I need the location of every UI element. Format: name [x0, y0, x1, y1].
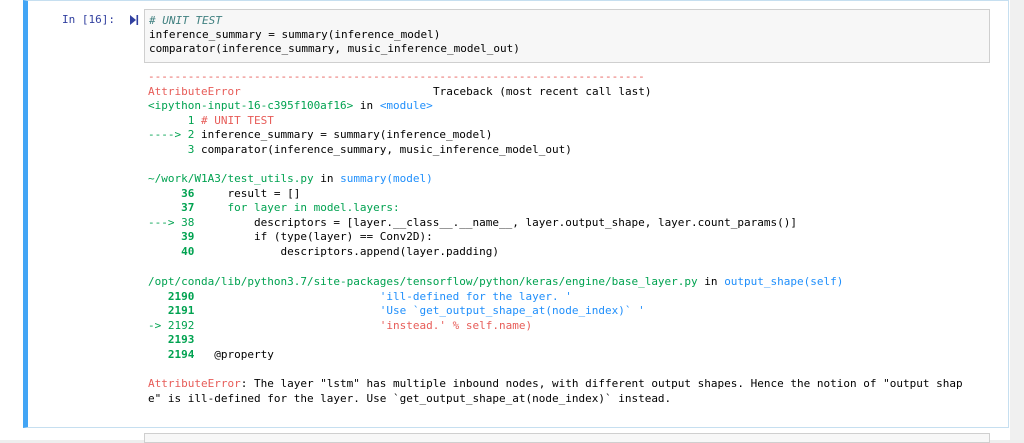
line-number: 39 — [148, 230, 201, 243]
traceback-header-line: AttributeError Traceback (most recent cal… — [148, 85, 652, 99]
line-text: 'Use `get_output_shape_at(node_index)` ' — [200, 304, 645, 317]
traceback-rule: ----------------------------------------… — [148, 70, 645, 83]
code-line-1: # UNIT TEST — [149, 14, 222, 27]
final-error-name: AttributeError — [148, 377, 241, 390]
frame2-in: in — [313, 172, 341, 185]
line-text: if (type(layer) == Conv2D): — [200, 230, 433, 243]
line-text: # UNIT TEST — [200, 114, 274, 127]
frame3-line5: 2194 @property — [148, 348, 274, 362]
frame1-line1: 1 # UNIT TEST — [148, 114, 274, 128]
frame2-line2: 37 for layer in model.layers: — [148, 201, 400, 215]
frame3-func: output_shape(self) — [724, 275, 844, 288]
scrollbar[interactable] — [1010, 0, 1024, 440]
line-text: for layer in model.layers: — [200, 201, 400, 214]
frame3-file: /opt/conda/lib/python3.7/site-packages/t… — [148, 275, 698, 288]
frame3-in: in — [697, 275, 725, 288]
final-error-line2: e" is ill-defined for the layer. Use `ge… — [148, 392, 672, 405]
frame3-line1: 2190 'ill-defined for the layer. ' — [148, 290, 572, 304]
frame1-location: <ipython-input-16-c395f100af16> in <modu… — [148, 99, 433, 113]
line-text: 'instead.' % self.name) — [200, 319, 533, 332]
frame2-line3: ---> 38 descriptors = [layer.__class__._… — [148, 216, 797, 230]
next-cell-editor[interactable] — [144, 433, 990, 443]
line-text: result = [] — [200, 187, 301, 200]
frame3-location: /opt/conda/lib/python3.7/site-packages/t… — [148, 275, 843, 289]
line-text: inference_summary = summary(inference_mo… — [200, 128, 493, 141]
cell-prompt: In [16]: — [62, 13, 115, 26]
line-text: comparator(inference_summary, music_infe… — [200, 143, 572, 156]
frame1-line3: 3 comparator(inference_summary, music_in… — [148, 143, 572, 157]
frame3-line2: 2191 'Use `get_output_shape_at(node_inde… — [148, 304, 645, 318]
line-number: 2191 — [148, 304, 201, 317]
line-text: descriptors = [layer.__class__.__name__,… — [200, 216, 798, 229]
line-number: 2194 — [148, 348, 201, 361]
frame2-func: summary(model) — [340, 172, 433, 185]
line-number: 2193 — [148, 333, 201, 346]
frame3-line3: -> 2192 'instead.' % self.name) — [148, 319, 532, 333]
run-cell-icon[interactable] — [129, 13, 139, 27]
cell-output: ----------------------------------------… — [146, 70, 996, 420]
line-number: -> 2192 — [148, 319, 201, 332]
line-text: descriptors.append(layer.padding) — [200, 245, 499, 258]
line-text: 'ill-defined for the layer. ' — [200, 290, 572, 303]
line-number: 37 — [148, 201, 201, 214]
frame2-line1: 36 result = [] — [148, 187, 300, 201]
final-error-line1: AttributeError: The layer "lstm" has mul… — [148, 377, 963, 391]
frame1-func: <module> — [379, 99, 433, 112]
line-number: 1 — [148, 114, 201, 127]
frame2-file: ~/work/W1A3/test_utils.py — [148, 172, 314, 185]
final-error-message: : The layer "lstm" has multiple inbound … — [240, 377, 963, 390]
code-line-3: comparator(inference_summary, music_infe… — [149, 42, 520, 55]
frame2-line4: 39 if (type(layer) == Conv2D): — [148, 230, 433, 244]
line-number: 3 — [148, 143, 201, 156]
code-line-2: inference_summary = summary(inference_mo… — [149, 28, 441, 41]
frame1-in: in — [353, 99, 380, 112]
frame2-line5: 40 descriptors.append(layer.padding) — [148, 245, 499, 259]
line-text: @property — [200, 348, 274, 361]
traceback-header: Traceback (most recent call last) — [433, 85, 652, 98]
code-editor[interactable]: # UNIT TEST inference_summary = summary(… — [144, 9, 990, 63]
frame3-line4: 2193 — [148, 333, 201, 347]
line-number: 36 — [148, 187, 201, 200]
line-number: 40 — [148, 245, 201, 258]
error-name: AttributeError — [148, 85, 241, 98]
frame2-location: ~/work/W1A3/test_utils.py in summary(mod… — [148, 172, 433, 186]
line-number: ----> 2 — [148, 128, 201, 141]
line-number: 2190 — [148, 290, 201, 303]
frame1-file: <ipython-input-16-c395f100af16> — [148, 99, 354, 112]
frame1-line2: ----> 2 inference_summary = summary(infe… — [148, 128, 492, 142]
line-number: ---> 38 — [148, 216, 201, 229]
